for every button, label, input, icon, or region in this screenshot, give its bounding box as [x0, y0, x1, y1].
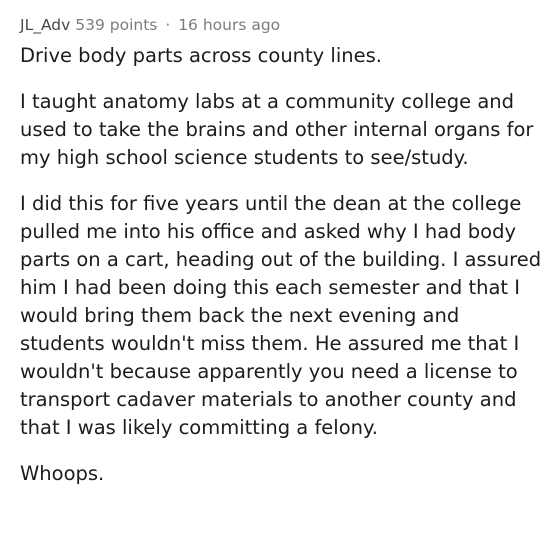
comment-paragraph: Whoops. — [20, 462, 105, 485]
comment-paragraph: I did this for five years until the dean… — [20, 192, 542, 439]
comment: JL_Adv 539 points · 16 hours ago Drive b… — [20, 14, 550, 488]
comment-meta: JL_Adv 539 points · 16 hours ago — [20, 14, 550, 36]
comment-points: 539 points — [75, 16, 158, 34]
comment-timestamp[interactable]: 16 hours ago — [178, 16, 280, 34]
comment-paragraph: Drive body parts across county lines. — [20, 44, 382, 67]
comment-paragraph: I taught anatomy labs at a community col… — [20, 90, 534, 169]
comment-author[interactable]: JL_Adv — [20, 16, 70, 34]
meta-separator: · — [165, 16, 171, 34]
